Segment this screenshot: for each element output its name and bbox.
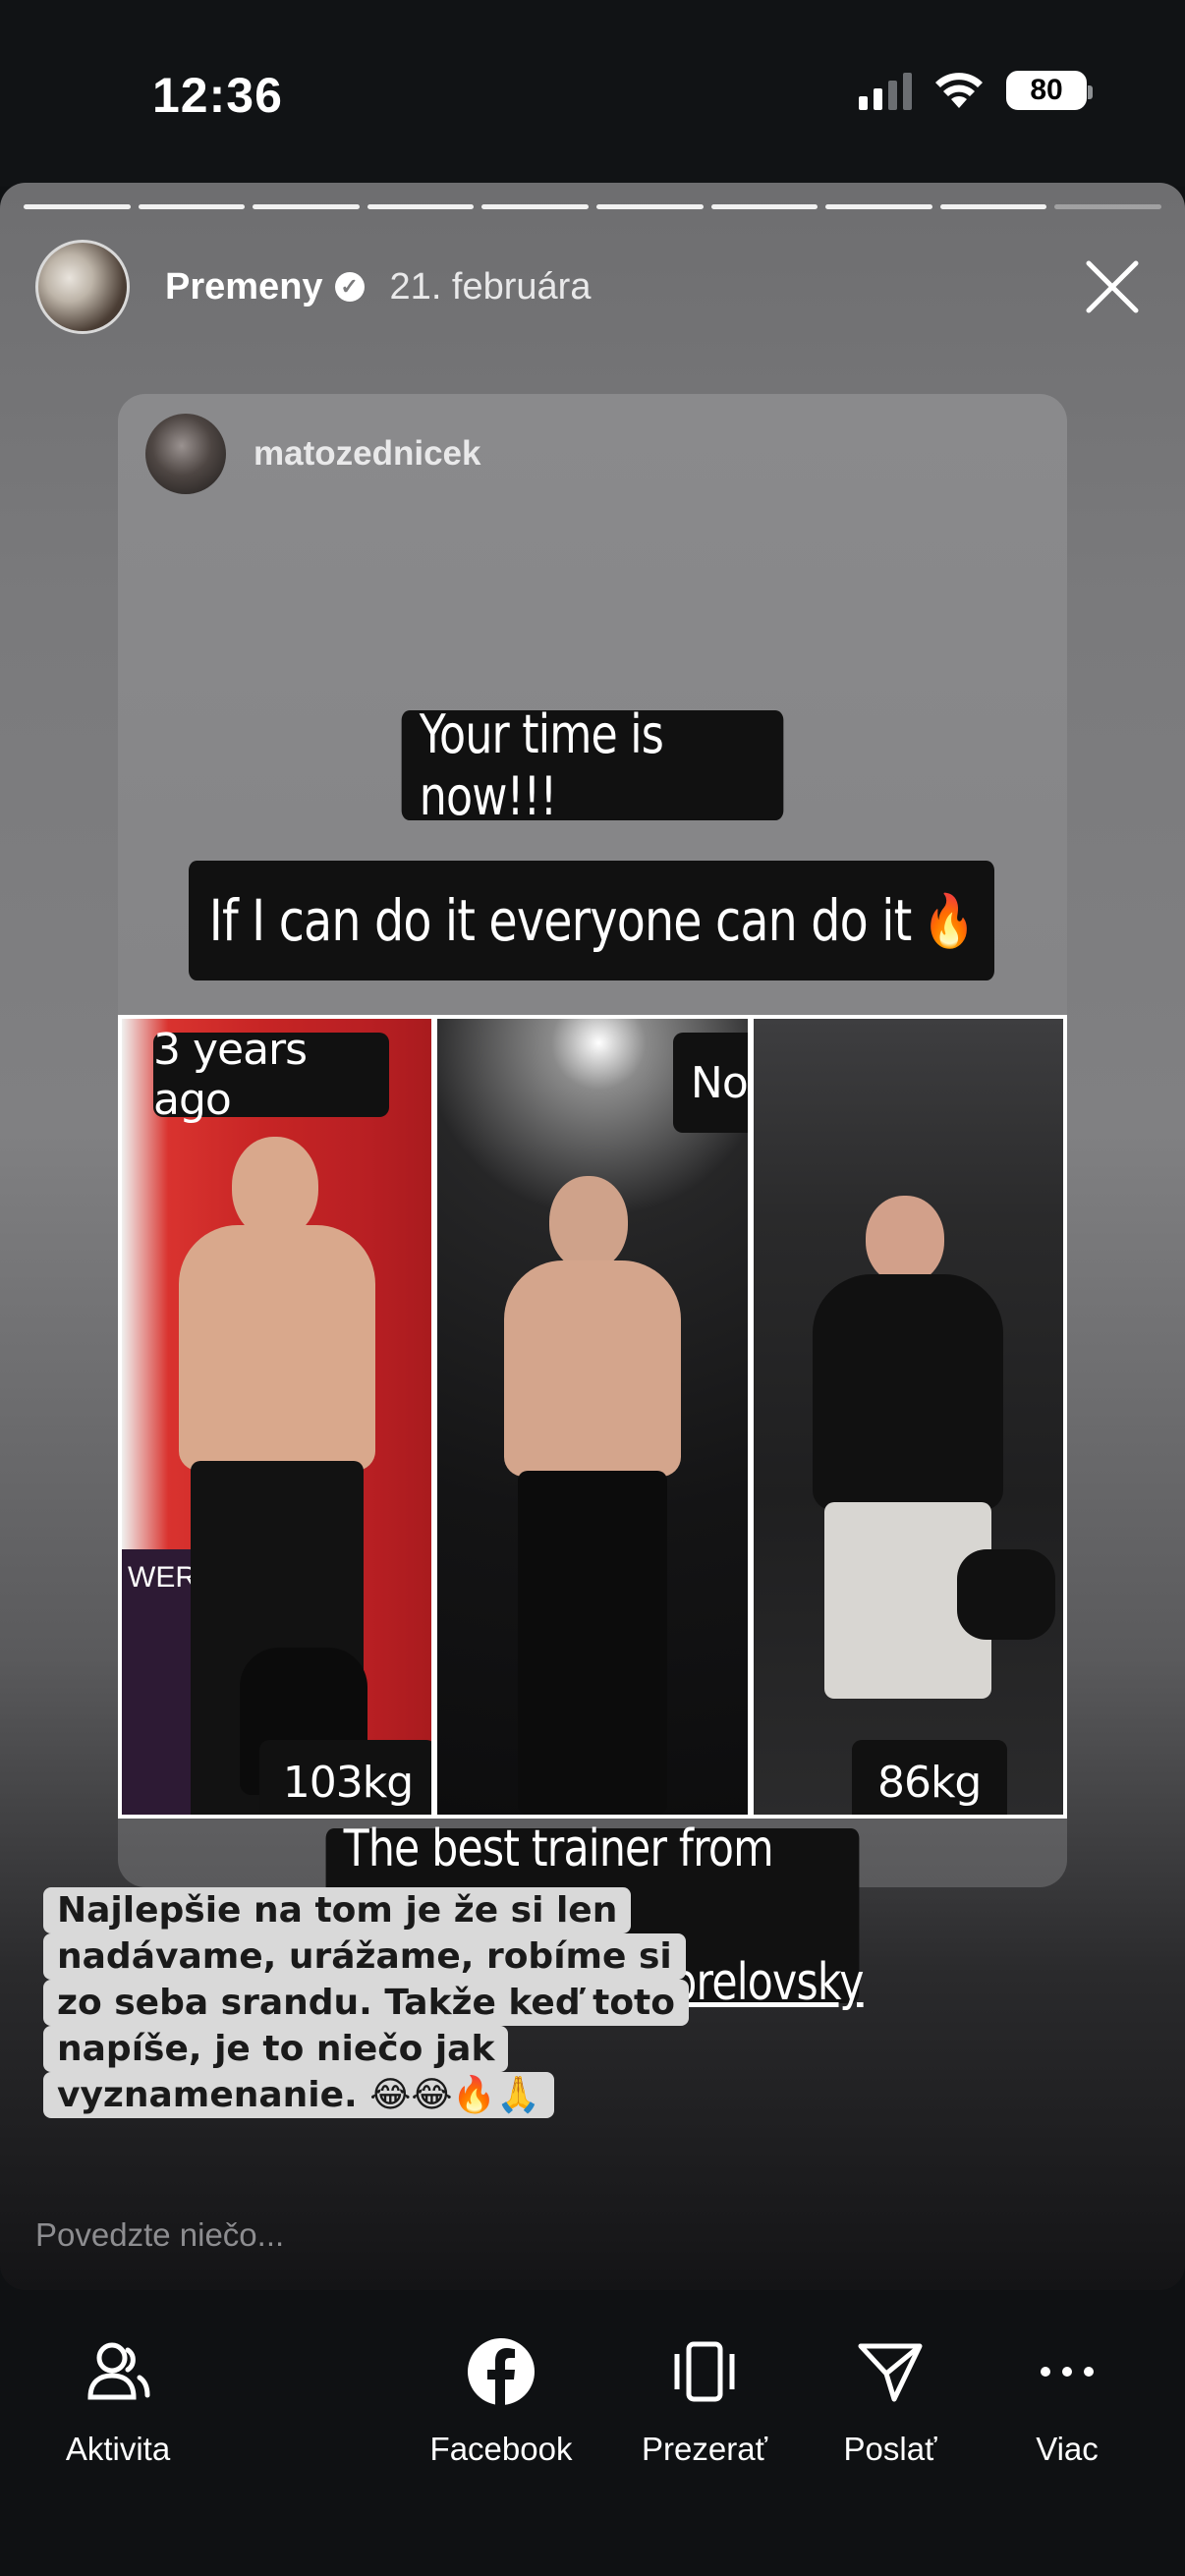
- close-icon[interactable]: [1083, 257, 1142, 316]
- overlay-line: napíše, je to niečo jak: [43, 2026, 509, 2072]
- account-name[interactable]: Premeny: [165, 266, 323, 308]
- facebook-button[interactable]: Facebook: [413, 2332, 590, 2468]
- more-icon: [1028, 2332, 1106, 2411]
- status-icons: 80: [859, 71, 1093, 110]
- story-text-overlay: Najlepšie na tom je že si len nadávame, …: [43, 1887, 689, 2118]
- overlay-line: Najlepšie na tom je že si len: [43, 1887, 632, 1933]
- account-avatar[interactable]: [35, 240, 130, 334]
- battery-icon: 80: [1006, 71, 1093, 110]
- story-viewer[interactable]: Premeny ✓ 21. februára matozednicek Your…: [0, 183, 1185, 2290]
- person-now: [465, 1176, 720, 1815]
- overlay-line: nadávame, urážame, robíme si: [43, 1933, 686, 1980]
- activity-icon: [79, 2332, 157, 2411]
- overlay-line: vyznamenanie. 😂😂🔥🙏: [43, 2072, 555, 2118]
- story-progress-bar: [24, 204, 1161, 209]
- battery-level: 80: [1030, 74, 1063, 106]
- shared-author-avatar: [145, 414, 226, 494]
- view-label: Prezerať: [642, 2431, 767, 2467]
- activity-button[interactable]: Aktivita: [29, 2332, 206, 2468]
- cellular-signal-icon: [859, 71, 912, 110]
- shared-post[interactable]: matozednicek Your time is now!!! If I ca…: [118, 394, 1067, 2012]
- status-time: 12:36: [152, 68, 283, 123]
- caption-1-text: Your time is now!!!: [419, 703, 664, 827]
- send-button[interactable]: Poslať: [802, 2332, 979, 2468]
- photo-now: Now: [437, 1019, 748, 1815]
- person-after: [775, 1196, 1041, 1815]
- more-button[interactable]: Viac: [979, 2332, 1156, 2468]
- shared-author-name: matozednicek: [254, 434, 481, 473]
- facebook-label: Facebook: [429, 2431, 573, 2467]
- facebook-icon: [462, 2332, 540, 2411]
- label-now: Now: [673, 1033, 748, 1133]
- caption-everyone-can: If I can do it everyone can do it 🔥: [189, 861, 994, 980]
- reply-input[interactable]: Povedzte niečo...: [35, 2216, 284, 2254]
- dumbbell: [956, 1549, 1055, 1640]
- more-label: Viac: [1036, 2431, 1099, 2467]
- view-button[interactable]: Prezerať: [616, 2332, 793, 2468]
- caption-your-time: Your time is now!!!: [401, 703, 784, 827]
- photo-before: WER 3 years ago 103kg: [122, 1019, 432, 1815]
- activity-label: Aktivita: [65, 2431, 171, 2467]
- wifi-icon: [933, 71, 985, 110]
- fire-emoji: 🔥: [922, 891, 975, 951]
- view-icon: [665, 2332, 744, 2411]
- send-icon: [851, 2332, 930, 2411]
- label-86kg: 86kg: [851, 1740, 1007, 1815]
- post-date: 21. februára: [389, 265, 592, 308]
- status-bar: 12:36 80: [0, 0, 1185, 187]
- story-header: Premeny ✓ 21. februára: [35, 238, 1150, 336]
- caption-2-text: If I can do it everyone can do it: [208, 887, 913, 954]
- label-3-years-ago: 3 years ago: [153, 1025, 389, 1125]
- label-103kg: 103kg: [259, 1740, 432, 1815]
- photo-after: 86kg: [753, 1019, 1063, 1815]
- overlay-line: zo seba srandu. Takže keď toto: [43, 1980, 689, 2026]
- send-label: Poslať: [843, 2431, 937, 2467]
- story-action-bar: Aktivita Facebook Prezerať Poslať Viac: [0, 2291, 1185, 2576]
- transformation-photos: WER 3 years ago 103kg Now: [118, 1015, 1067, 1819]
- shared-post-author[interactable]: matozednicek: [145, 414, 480, 494]
- verified-badge-icon: ✓: [334, 272, 365, 302]
